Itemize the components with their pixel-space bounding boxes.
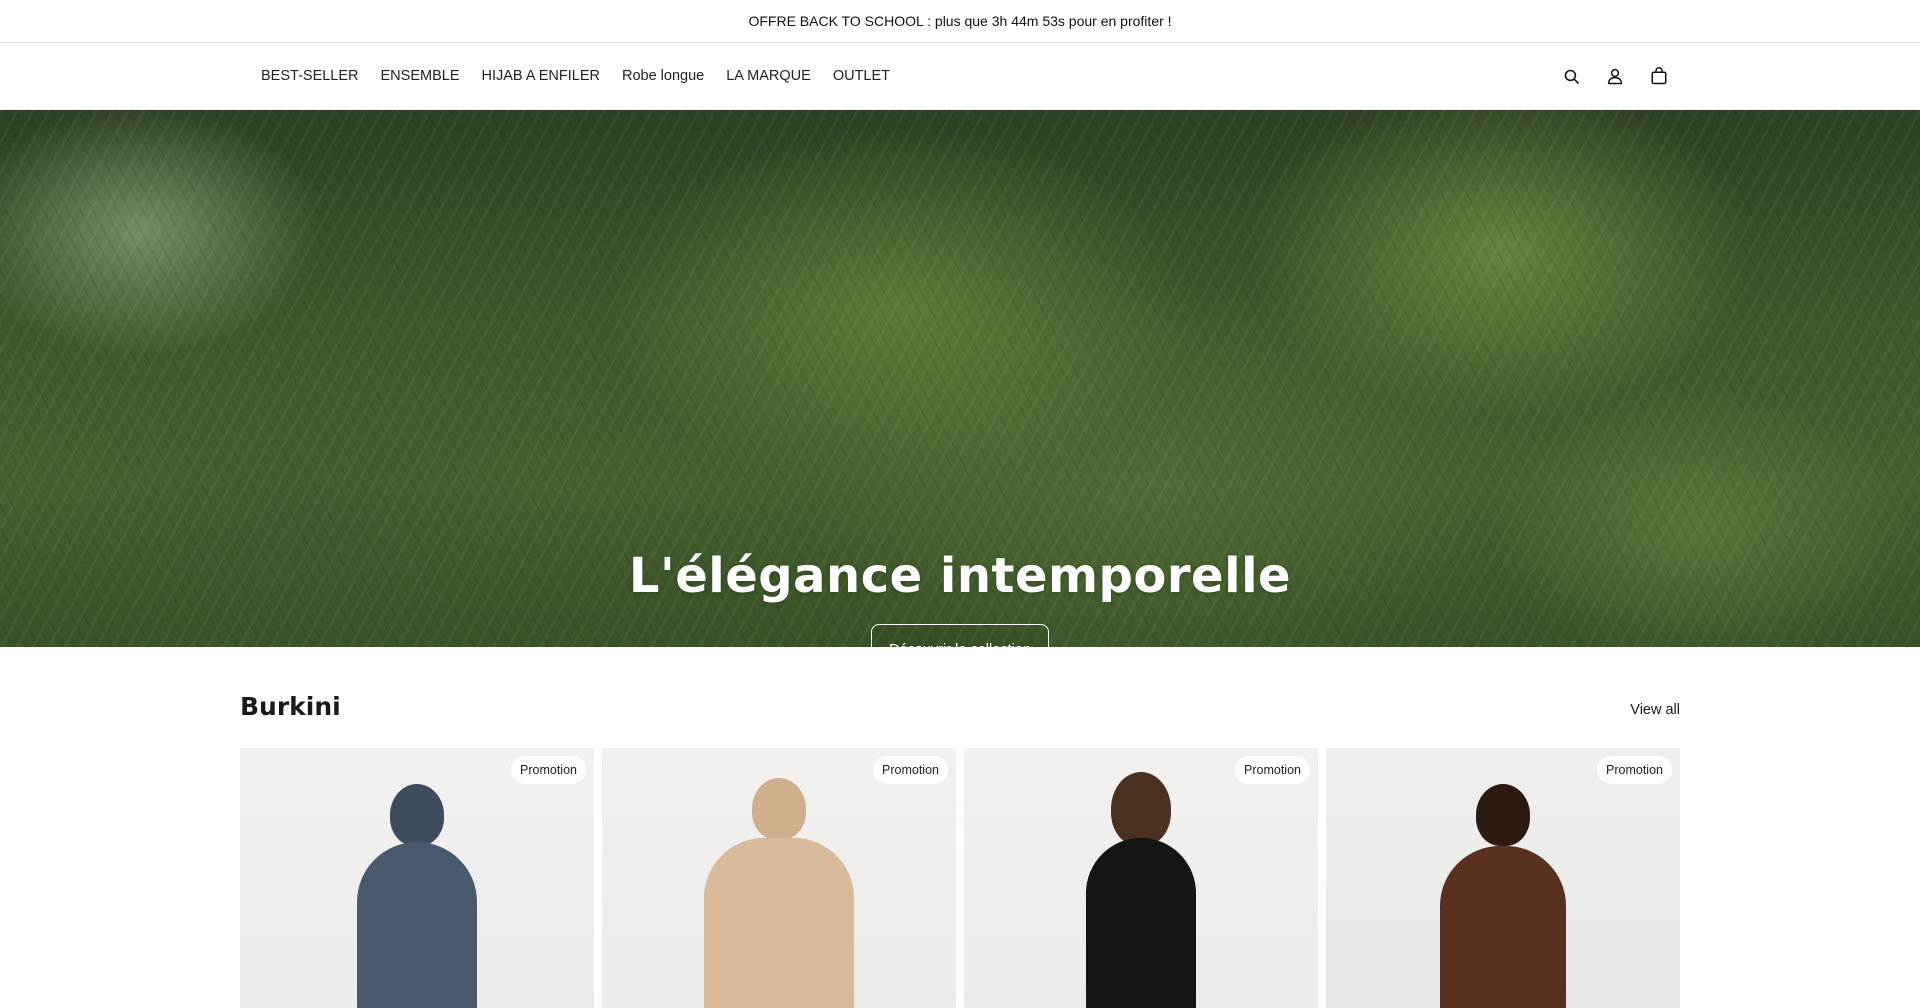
- product-card[interactable]: Promotion: [240, 748, 594, 1008]
- discover-collection-button[interactable]: Découvrir la collection: [871, 624, 1049, 647]
- hero-title: L'élégance intemporelle: [628, 548, 1292, 604]
- search-icon[interactable]: [1560, 65, 1582, 87]
- model-body: [1086, 838, 1196, 1008]
- model-body: [1440, 846, 1566, 1008]
- nav-item-ensemble[interactable]: ENSEMBLE: [381, 68, 460, 84]
- account-icon[interactable]: [1604, 65, 1626, 87]
- model-head: [1111, 772, 1171, 846]
- product-image: [1428, 784, 1578, 1008]
- announcement-text: OFFRE BACK TO SCHOOL : plus que 3h 44m 5…: [748, 13, 1172, 29]
- promotion-badge: Promotion: [873, 756, 948, 784]
- nav-item-best-seller[interactable]: BEST-SELLER: [261, 68, 359, 84]
- collection-title: Burkini: [240, 692, 341, 721]
- main-nav: BEST-SELLER ENSEMBLE HIJAB A ENFILER Rob…: [261, 43, 912, 109]
- nav-item-hijab-a-enfiler[interactable]: HIJAB A ENFILER: [482, 68, 600, 84]
- promotion-badge: Promotion: [1235, 756, 1310, 784]
- promotion-badge: Promotion: [1597, 756, 1672, 784]
- nav-item-outlet[interactable]: OUTLET: [833, 68, 890, 84]
- product-image: [694, 778, 864, 1008]
- product-grid: Promotion Promotion Promotion Promotion: [240, 748, 1680, 1008]
- cart-icon[interactable]: [1648, 65, 1670, 87]
- model-head: [752, 778, 806, 840]
- model-head: [1476, 784, 1530, 846]
- nav-item-la-marque[interactable]: LA MARQUE: [726, 68, 811, 84]
- site-header: BEST-SELLER ENSEMBLE HIJAB A ENFILER Rob…: [0, 43, 1920, 110]
- product-image: [347, 784, 487, 1008]
- product-card[interactable]: Promotion: [602, 748, 956, 1008]
- model-head: [390, 784, 444, 846]
- product-card[interactable]: Promotion: [964, 748, 1318, 1008]
- promotion-badge: Promotion: [511, 756, 586, 784]
- announcement-bar: OFFRE BACK TO SCHOOL : plus que 3h 44m 5…: [0, 0, 1920, 43]
- header-icons: [1560, 43, 1670, 109]
- model-body: [357, 842, 477, 1008]
- burkini-collection: Burkini View all Promotion Promotion Pro…: [0, 647, 1920, 1008]
- product-card[interactable]: Promotion: [1326, 748, 1680, 1008]
- nav-item-robe-longue[interactable]: Robe longue: [622, 68, 704, 84]
- hero-content: L'élégance intemporelle Découvrir la col…: [0, 548, 1920, 647]
- hero-banner: L'élégance intemporelle Découvrir la col…: [0, 110, 1920, 647]
- view-all-link[interactable]: View all: [1630, 702, 1680, 718]
- model-body: [704, 838, 854, 1008]
- product-image: [1071, 772, 1211, 1008]
